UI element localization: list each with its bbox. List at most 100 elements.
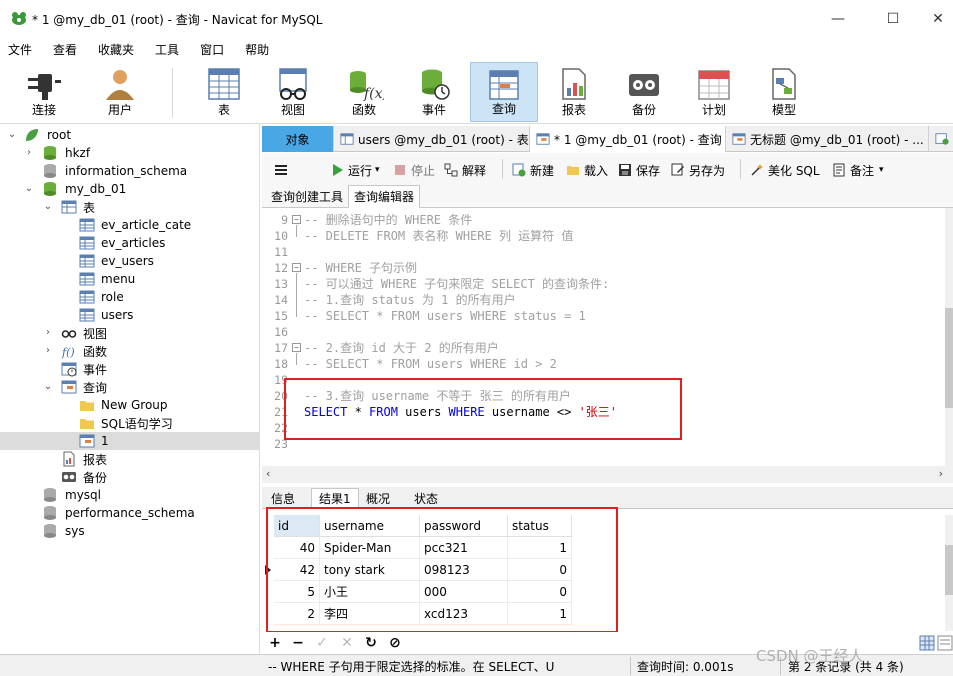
status-query-time: 查询时间: 0.001s <box>637 660 734 674</box>
collapse-arrow-icon[interactable]: ⌄ <box>42 201 54 213</box>
backup-button[interactable]: 备份 <box>613 62 675 122</box>
menu-hamburger-button[interactable] <box>274 161 292 179</box>
code-text: -- SELECT * FROM users WHERE status = 1 <box>304 309 586 323</box>
discard-changes-button[interactable]: ✕ <box>339 635 355 651</box>
menu-window[interactable]: 窗口 <box>200 41 224 58</box>
query-mode-tabs: 查询创建工具 查询编辑器 <box>262 185 953 208</box>
table-button[interactable]: 表 <box>193 62 255 122</box>
minimize-button[interactable]: — <box>815 0 861 38</box>
close-button[interactable]: ✕ <box>915 0 953 38</box>
tab-status[interactable]: 状态 <box>407 488 445 509</box>
stop-loading-button[interactable]: ⊘ <box>387 635 403 651</box>
run-button[interactable]: 运行 ▾ <box>330 161 380 179</box>
function-button[interactable]: f(x) 函数 <box>333 62 395 122</box>
save-as-button[interactable]: 另存为 <box>671 161 725 179</box>
schedule-button[interactable]: 计划 <box>683 62 745 122</box>
code-line: 10 -- DELETE FROM 表名称 WHERE 列 运算符 值 <box>262 228 953 244</box>
scroll-left-icon[interactable]: ‹ <box>266 467 270 480</box>
function-icon: f(x) <box>350 71 384 102</box>
expand-arrow-icon[interactable]: › <box>23 147 35 159</box>
tab-query-builder[interactable]: 查询创建工具 <box>266 185 348 208</box>
stop-button[interactable]: 停止 <box>393 161 435 179</box>
tab-label: 无标题 @my_db_01 (root) - ... <box>750 132 924 147</box>
expand-arrow-icon[interactable]: › <box>42 327 54 339</box>
database-icon <box>44 182 56 196</box>
line-number: 13 <box>274 277 288 291</box>
comment-label: 备注 <box>850 163 875 178</box>
query-button[interactable]: 查询 <box>470 62 538 122</box>
tab-query-editor[interactable]: 查询编辑器 <box>348 185 421 208</box>
form-view-icon[interactable] <box>937 635 953 651</box>
editor-vertical-scrollbar[interactable] <box>945 208 953 466</box>
maximize-button[interactable]: ☐ <box>870 0 916 38</box>
load-label: 载入 <box>584 163 609 178</box>
connection-leaf-icon <box>26 129 38 141</box>
scroll-right-icon[interactable]: › <box>939 467 943 480</box>
new-tab-button[interactable] <box>929 126 953 152</box>
tree-label-mysql: mysql <box>65 488 101 502</box>
toolbar-separator <box>502 159 503 179</box>
table-icon <box>79 218 95 232</box>
comment-button[interactable]: 备注 ▾ <box>832 161 884 179</box>
event-label: 事件 <box>421 103 446 117</box>
scrollbar-thumb[interactable] <box>945 545 953 595</box>
grid-view-icon[interactable] <box>919 635 935 651</box>
query-icon <box>536 133 550 145</box>
menu-file[interactable]: 文件 <box>8 41 32 58</box>
tree-label-query-1: 1 <box>101 434 109 448</box>
apply-changes-button[interactable]: ✓ <box>314 635 330 651</box>
tab-result-1[interactable]: 结果1 <box>311 488 359 509</box>
refresh-button[interactable]: ↻ <box>363 635 379 651</box>
collapse-arrow-icon[interactable]: ⌄ <box>23 183 35 195</box>
menu-favorites[interactable]: 收藏夹 <box>98 41 134 58</box>
save-icon <box>619 164 631 176</box>
explain-button[interactable]: 解释 <box>444 161 486 179</box>
event-button[interactable]: 事件 <box>403 62 465 122</box>
report-button[interactable]: 报表 <box>543 62 605 122</box>
collapse-arrow-icon[interactable]: ⌄ <box>6 129 18 141</box>
toolbar-separator <box>172 68 173 118</box>
database-gray-icon <box>44 488 56 502</box>
line-number: 17 <box>274 341 288 355</box>
view-button[interactable]: 视图 <box>262 62 324 122</box>
add-record-button[interactable]: + <box>267 635 283 651</box>
load-button[interactable]: 载入 <box>566 161 608 179</box>
tab-objects[interactable]: 对象 <box>262 126 334 152</box>
stop-icon <box>395 165 405 175</box>
tab-untitled-query[interactable]: 无标题 @my_db_01 (root) - ... <box>726 126 929 152</box>
explain-label: 解释 <box>462 163 487 178</box>
fold-toggle-icon[interactable]: − <box>292 343 301 352</box>
save-button[interactable]: 保存 <box>618 161 660 179</box>
report-icon <box>562 68 586 100</box>
table-icon <box>79 308 95 322</box>
fold-toggle-icon[interactable]: − <box>292 263 301 272</box>
user-button[interactable]: 用户 <box>89 62 151 122</box>
menu-help[interactable]: 帮助 <box>245 41 269 58</box>
tab-profile[interactable]: 概况 <box>359 488 397 509</box>
grid-vertical-scrollbar[interactable] <box>945 515 953 631</box>
watermark: CSDN @王经人 <box>756 647 864 665</box>
query-folder-icon <box>61 380 77 394</box>
status-hint: -- WHERE 子句用于限定选择的标准。在 SELECT、U <box>268 660 555 674</box>
navicat-window: * 1 @my_db_01 (root) - 查询 - Navicat for … <box>0 0 953 676</box>
fold-toggle-icon[interactable]: − <box>292 215 301 224</box>
line-number: 18 <box>274 357 288 371</box>
code-line: 14 -- 1.查询 status 为 1 的所有用户 <box>262 292 953 308</box>
tree-label-performance-schema: performance_schema <box>65 506 195 520</box>
new-query-button[interactable]: 新建 <box>512 161 554 179</box>
connect-button[interactable]: 连接 <box>13 62 75 122</box>
editor-horizontal-scrollbar[interactable]: ‹ › <box>262 466 953 483</box>
beautify-sql-button[interactable]: 美化 SQL <box>750 161 820 179</box>
menu-view[interactable]: 查看 <box>53 41 77 58</box>
delete-record-button[interactable]: − <box>290 635 306 651</box>
query-toolbar: 运行 ▾ 停止 解释 新建 载入 保存 另存为 美化 SQL 备注 ▾ <box>262 153 953 185</box>
model-button[interactable]: 模型 <box>753 62 815 122</box>
table-icon <box>340 133 354 145</box>
tab-users-table[interactable]: users @my_db_01 (root) - 表 <box>334 126 530 152</box>
collapse-arrow-icon[interactable]: ⌄ <box>42 381 54 393</box>
tab-query-1[interactable]: * 1 @my_db_01 (root) - 查询 <box>530 126 726 152</box>
scrollbar-thumb[interactable] <box>945 308 953 408</box>
menu-tools[interactable]: 工具 <box>155 41 179 58</box>
expand-arrow-icon[interactable]: › <box>42 345 54 357</box>
tab-info[interactable]: 信息 <box>264 488 302 509</box>
